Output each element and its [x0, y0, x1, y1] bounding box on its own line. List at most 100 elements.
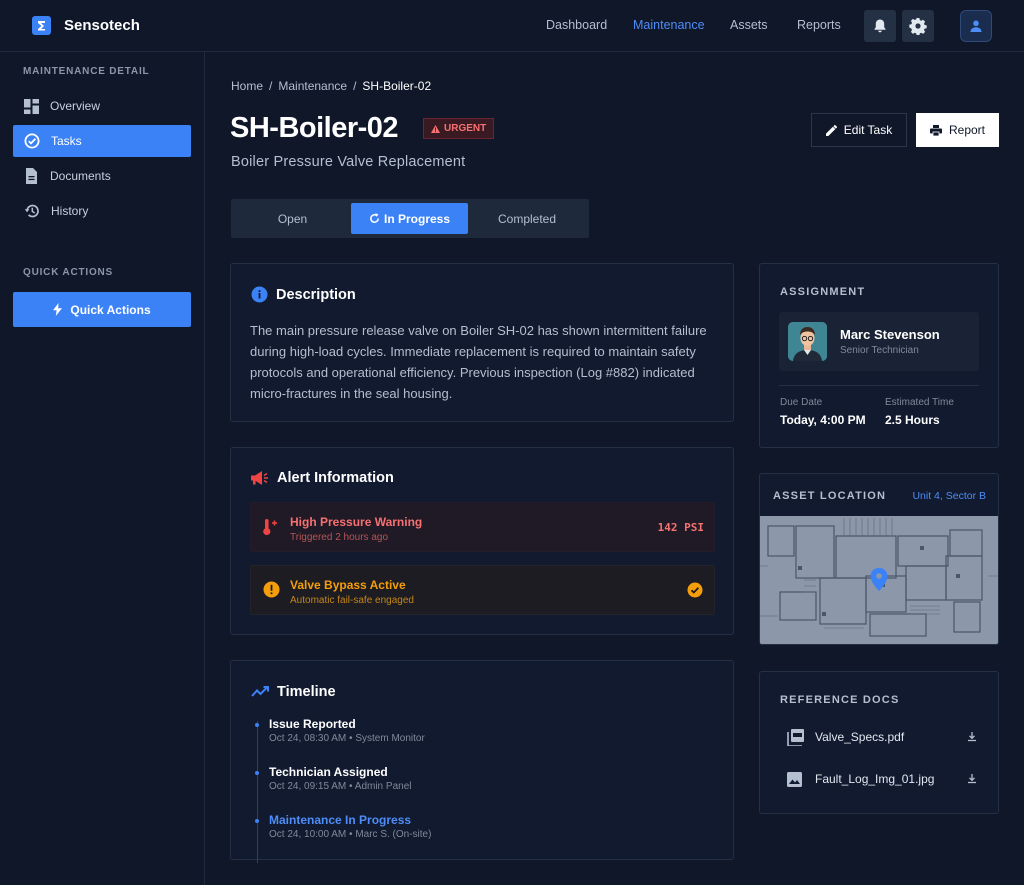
- timeline-item: Maintenance In Progress Oct 24, 10:00 AM…: [269, 813, 431, 840]
- user-icon: [970, 20, 982, 32]
- alert-subtitle: Automatic fail-safe engaged: [290, 595, 414, 606]
- description-heading: Description: [251, 286, 356, 303]
- notifications-button[interactable]: [864, 10, 896, 42]
- bolt-icon: [53, 303, 63, 316]
- edit-task-button[interactable]: Edit Task: [811, 113, 907, 147]
- reference-docs-heading: REFERENCE DOCS: [780, 694, 900, 706]
- refresh-icon: [370, 213, 379, 223]
- user-avatar-button[interactable]: [960, 10, 992, 42]
- due-date-label: Due Date: [780, 397, 823, 408]
- sidebar-item-documents[interactable]: Documents: [13, 160, 191, 192]
- alert-title: Valve Bypass Active: [290, 578, 406, 592]
- asset-location-heading: ASSET LOCATION: [773, 490, 887, 502]
- sidebar-item-overview[interactable]: Overview: [13, 90, 191, 122]
- check-circle-icon: [24, 133, 40, 149]
- status-tab-open[interactable]: Open: [235, 203, 350, 234]
- brand[interactable]: Sensotech: [32, 16, 140, 35]
- sidebar-item-history[interactable]: History: [13, 195, 191, 227]
- printer-icon: [929, 124, 942, 136]
- timeline-item-title: Technician Assigned: [269, 765, 388, 779]
- breadcrumb-separator: /: [353, 79, 357, 93]
- exclamation-circle-icon: [263, 581, 280, 598]
- brand-name: Sensotech: [64, 17, 140, 34]
- document-icon: [26, 168, 37, 184]
- timeline-item: Technician Assigned Oct 24, 09:15 AM • A…: [269, 765, 411, 792]
- sidebar-item-label: Overview: [50, 99, 101, 113]
- reference-docs-card: REFERENCE DOCS Valve_Specs.pdf Fault_Log…: [759, 671, 999, 814]
- status-tab-completed[interactable]: Completed: [469, 203, 585, 234]
- floor-plan-drawing: [760, 516, 998, 644]
- assignee-name: Marc Stevenson: [840, 327, 940, 342]
- dashboard-icon: [24, 98, 39, 114]
- assignment-card: ASSIGNMENT Marc Stevenson Senior Technic…: [759, 263, 999, 448]
- timeline-title: Timeline: [277, 684, 336, 700]
- sidebar-item-label: History: [51, 204, 89, 218]
- status-tab-label: In Progress: [383, 211, 451, 226]
- timeline-item-meta: Oct 24, 10:00 AM • Marc S. (On-site): [269, 829, 432, 840]
- breadcrumb-current: SH-Boiler-02: [362, 79, 432, 93]
- thermometer-icon: [263, 519, 277, 536]
- timeline-item-title: Issue Reported: [269, 717, 356, 731]
- sidebar-heading: MAINTENANCE DETAIL: [23, 66, 150, 77]
- timeline-dot: [255, 819, 259, 823]
- timeline-card: Timeline Issue Reported Oct 24, 08:30 AM…: [230, 660, 734, 863]
- sidebar-item-label: Documents: [50, 169, 111, 183]
- pressure-value: 142 PSI: [657, 521, 704, 534]
- alert-title: High Pressure Warning: [290, 515, 423, 529]
- doc-item[interactable]: Valve_Specs.pdf: [787, 726, 977, 748]
- quick-actions-label: Quick Actions: [70, 302, 151, 317]
- status-tab-label: Open: [277, 211, 308, 226]
- assignment-heading: ASSIGNMENT: [780, 286, 866, 298]
- megaphone-icon: [251, 471, 268, 485]
- doc-name: Fault_Log_Img_01.jpg: [815, 772, 935, 786]
- alert-subtitle: Triggered 2 hours ago: [290, 532, 389, 543]
- due-date-value: Today, 4:00 PM: [780, 413, 866, 427]
- asset-location-card: ASSET LOCATION Unit 4, Sector B: [759, 473, 999, 645]
- description-text: The main pressure release valve on Boile…: [250, 323, 707, 401]
- timeline-item-meta: Oct 24, 08:30 AM • System Monitor: [269, 733, 425, 744]
- doc-item[interactable]: Fault_Log_Img_01.jpg: [787, 768, 977, 790]
- report-button[interactable]: Report: [916, 113, 999, 147]
- timeline-heading: Timeline: [251, 684, 336, 700]
- alert-valve-bypass[interactable]: Valve Bypass Active Automatic fail-safe …: [250, 565, 715, 615]
- status-tab-in-progress[interactable]: In Progress: [351, 203, 468, 234]
- warning-triangle-icon: [431, 124, 440, 133]
- timeline-item-title: Maintenance In Progress: [269, 813, 412, 827]
- assignee[interactable]: Marc Stevenson Senior Technician: [779, 312, 979, 371]
- quick-actions-heading: QUICK ACTIONS: [23, 267, 114, 278]
- breadcrumb: Home / Maintenance / SH-Boiler-02: [231, 79, 431, 93]
- status-tab-label: Completed: [497, 211, 557, 226]
- doc-name: Valve_Specs.pdf: [815, 730, 905, 744]
- avatar: [788, 322, 827, 361]
- breadcrumb-home[interactable]: Home: [231, 79, 263, 93]
- sidebar-item-tasks[interactable]: Tasks: [13, 125, 191, 157]
- alert-card: Alert Information High Pressure Warning …: [230, 447, 734, 635]
- timeline-item-meta: Oct 24, 09:15 AM • Admin Panel: [269, 781, 412, 792]
- breadcrumb-maintenance[interactable]: Maintenance: [278, 79, 347, 93]
- alert-high-pressure[interactable]: High Pressure Warning Triggered 2 hours …: [250, 502, 715, 552]
- nav-assets[interactable]: Assets: [730, 18, 768, 32]
- report-label: Report: [948, 123, 986, 137]
- download-icon[interactable]: [967, 732, 977, 742]
- floor-plan-map[interactable]: [760, 516, 998, 644]
- download-icon[interactable]: [967, 774, 977, 784]
- trend-line-icon: [251, 686, 269, 697]
- timeline-item: Issue Reported Oct 24, 08:30 AM • System…: [269, 717, 425, 744]
- status-tabs: Open In Progress Completed: [231, 199, 589, 238]
- task-subtitle: Boiler Pressure Valve Replacement: [231, 154, 466, 170]
- settings-button[interactable]: [902, 10, 934, 42]
- description-title: Description: [276, 286, 356, 303]
- image-icon: [787, 771, 802, 787]
- brand-logo-icon: [32, 16, 51, 35]
- nav-dashboard[interactable]: Dashboard: [546, 18, 607, 32]
- urgent-badge: URGENT: [423, 118, 495, 139]
- sidebar: MAINTENANCE DETAIL Overview Tasks Docume…: [0, 52, 205, 885]
- nav-reports[interactable]: Reports: [797, 18, 841, 32]
- location-link[interactable]: Unit 4, Sector B: [912, 490, 986, 502]
- quick-actions-button[interactable]: Quick Actions: [13, 292, 191, 327]
- divider: [779, 385, 979, 386]
- info-icon: [251, 286, 268, 303]
- nav-maintenance[interactable]: Maintenance: [633, 18, 705, 32]
- assignee-role: Senior Technician: [840, 345, 919, 356]
- timeline-dot: [255, 723, 259, 727]
